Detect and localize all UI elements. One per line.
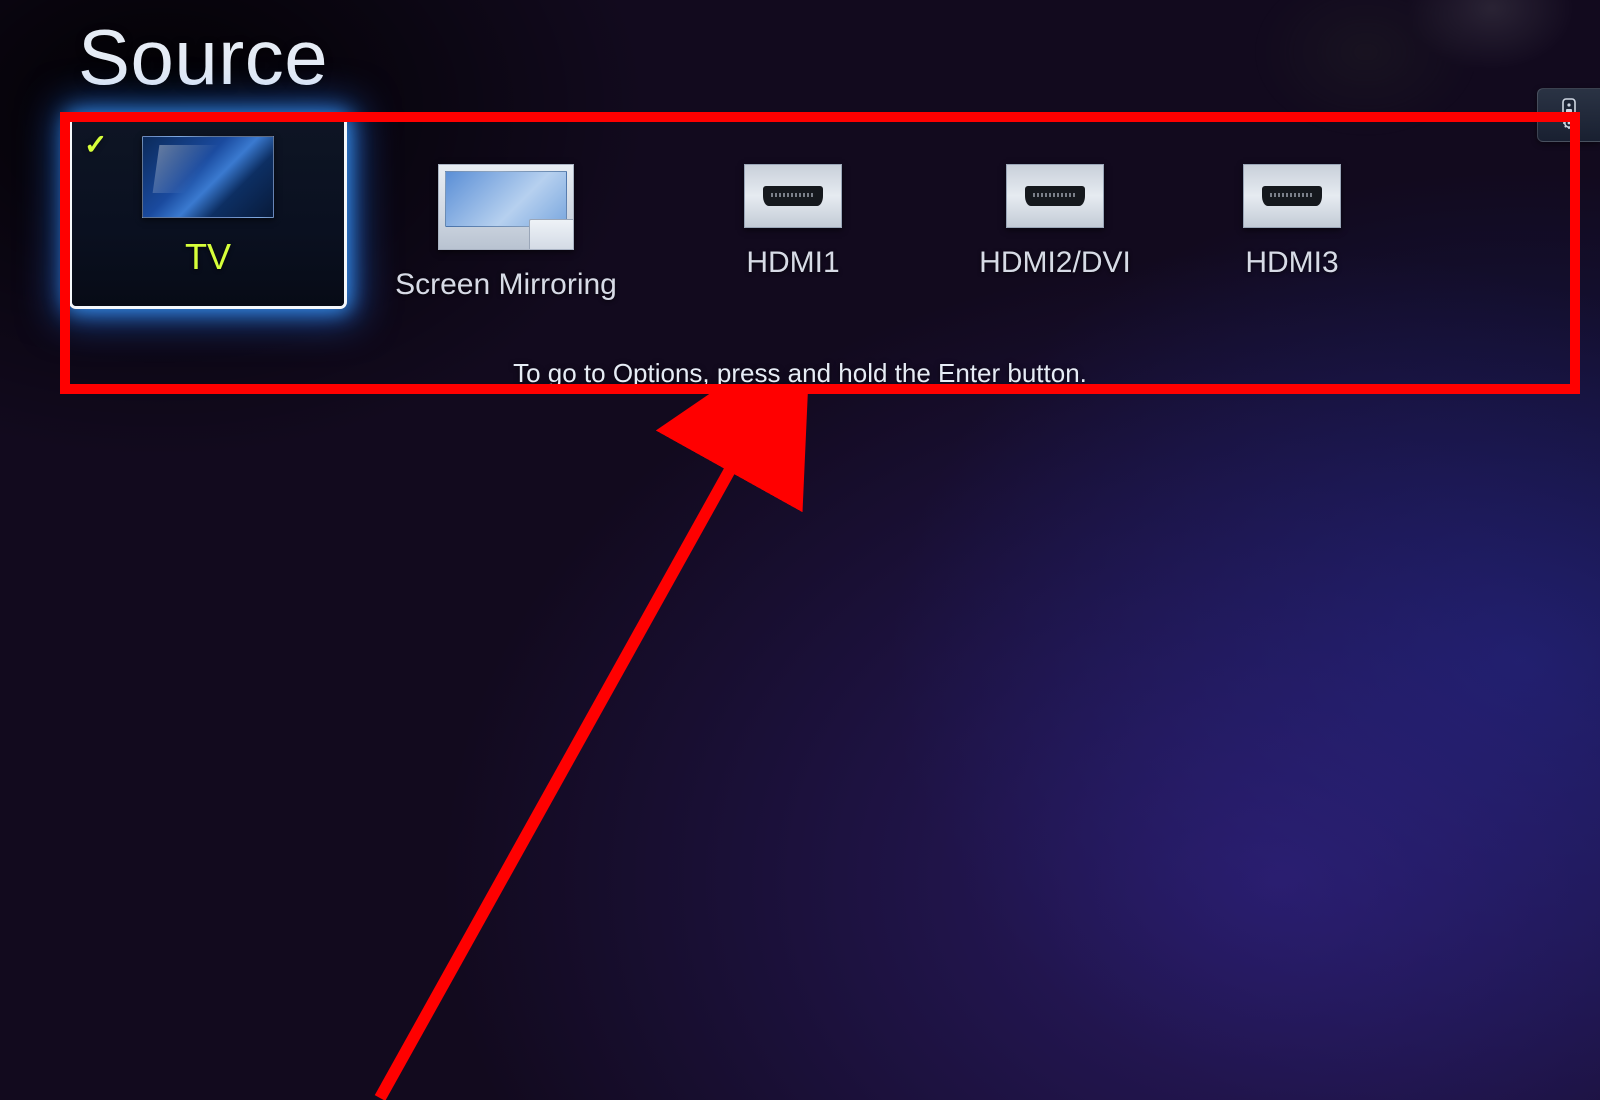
- hdmi-port-icon: [1006, 164, 1104, 228]
- hdmi-port-icon: [744, 164, 842, 228]
- source-tile-hdmi3[interactable]: HDMI3: [1192, 120, 1392, 280]
- source-label: HDMI3: [1245, 246, 1338, 280]
- tv-source-screen: Source: [0, 0, 1600, 1100]
- options-hint: To go to Options, press and hold the Ent…: [0, 358, 1600, 389]
- source-tile-screen-mirroring[interactable]: Screen Mirroring: [356, 120, 656, 302]
- source-list: ✓ TV Screen Mirroring HDMI1 HDMI2/DVI HD…: [72, 120, 1600, 380]
- source-tile-tv[interactable]: ✓ TV: [72, 118, 344, 306]
- source-label: TV: [185, 236, 231, 278]
- tv-screen-icon: [142, 136, 274, 218]
- screen-mirroring-icon: [438, 164, 574, 250]
- source-label: Screen Mirroring: [395, 268, 617, 302]
- source-label: HDMI2/DVI: [979, 246, 1131, 280]
- page-title: Source: [78, 12, 328, 103]
- source-tile-hdmi2-dvi[interactable]: HDMI2/DVI: [930, 120, 1180, 280]
- annotation-arrow-icon: [300, 388, 820, 1100]
- source-label: HDMI1: [746, 246, 839, 280]
- hdmi-port-icon: [1243, 164, 1341, 228]
- source-tile-hdmi1[interactable]: HDMI1: [668, 120, 918, 280]
- checkmark-icon: ✓: [84, 128, 107, 161]
